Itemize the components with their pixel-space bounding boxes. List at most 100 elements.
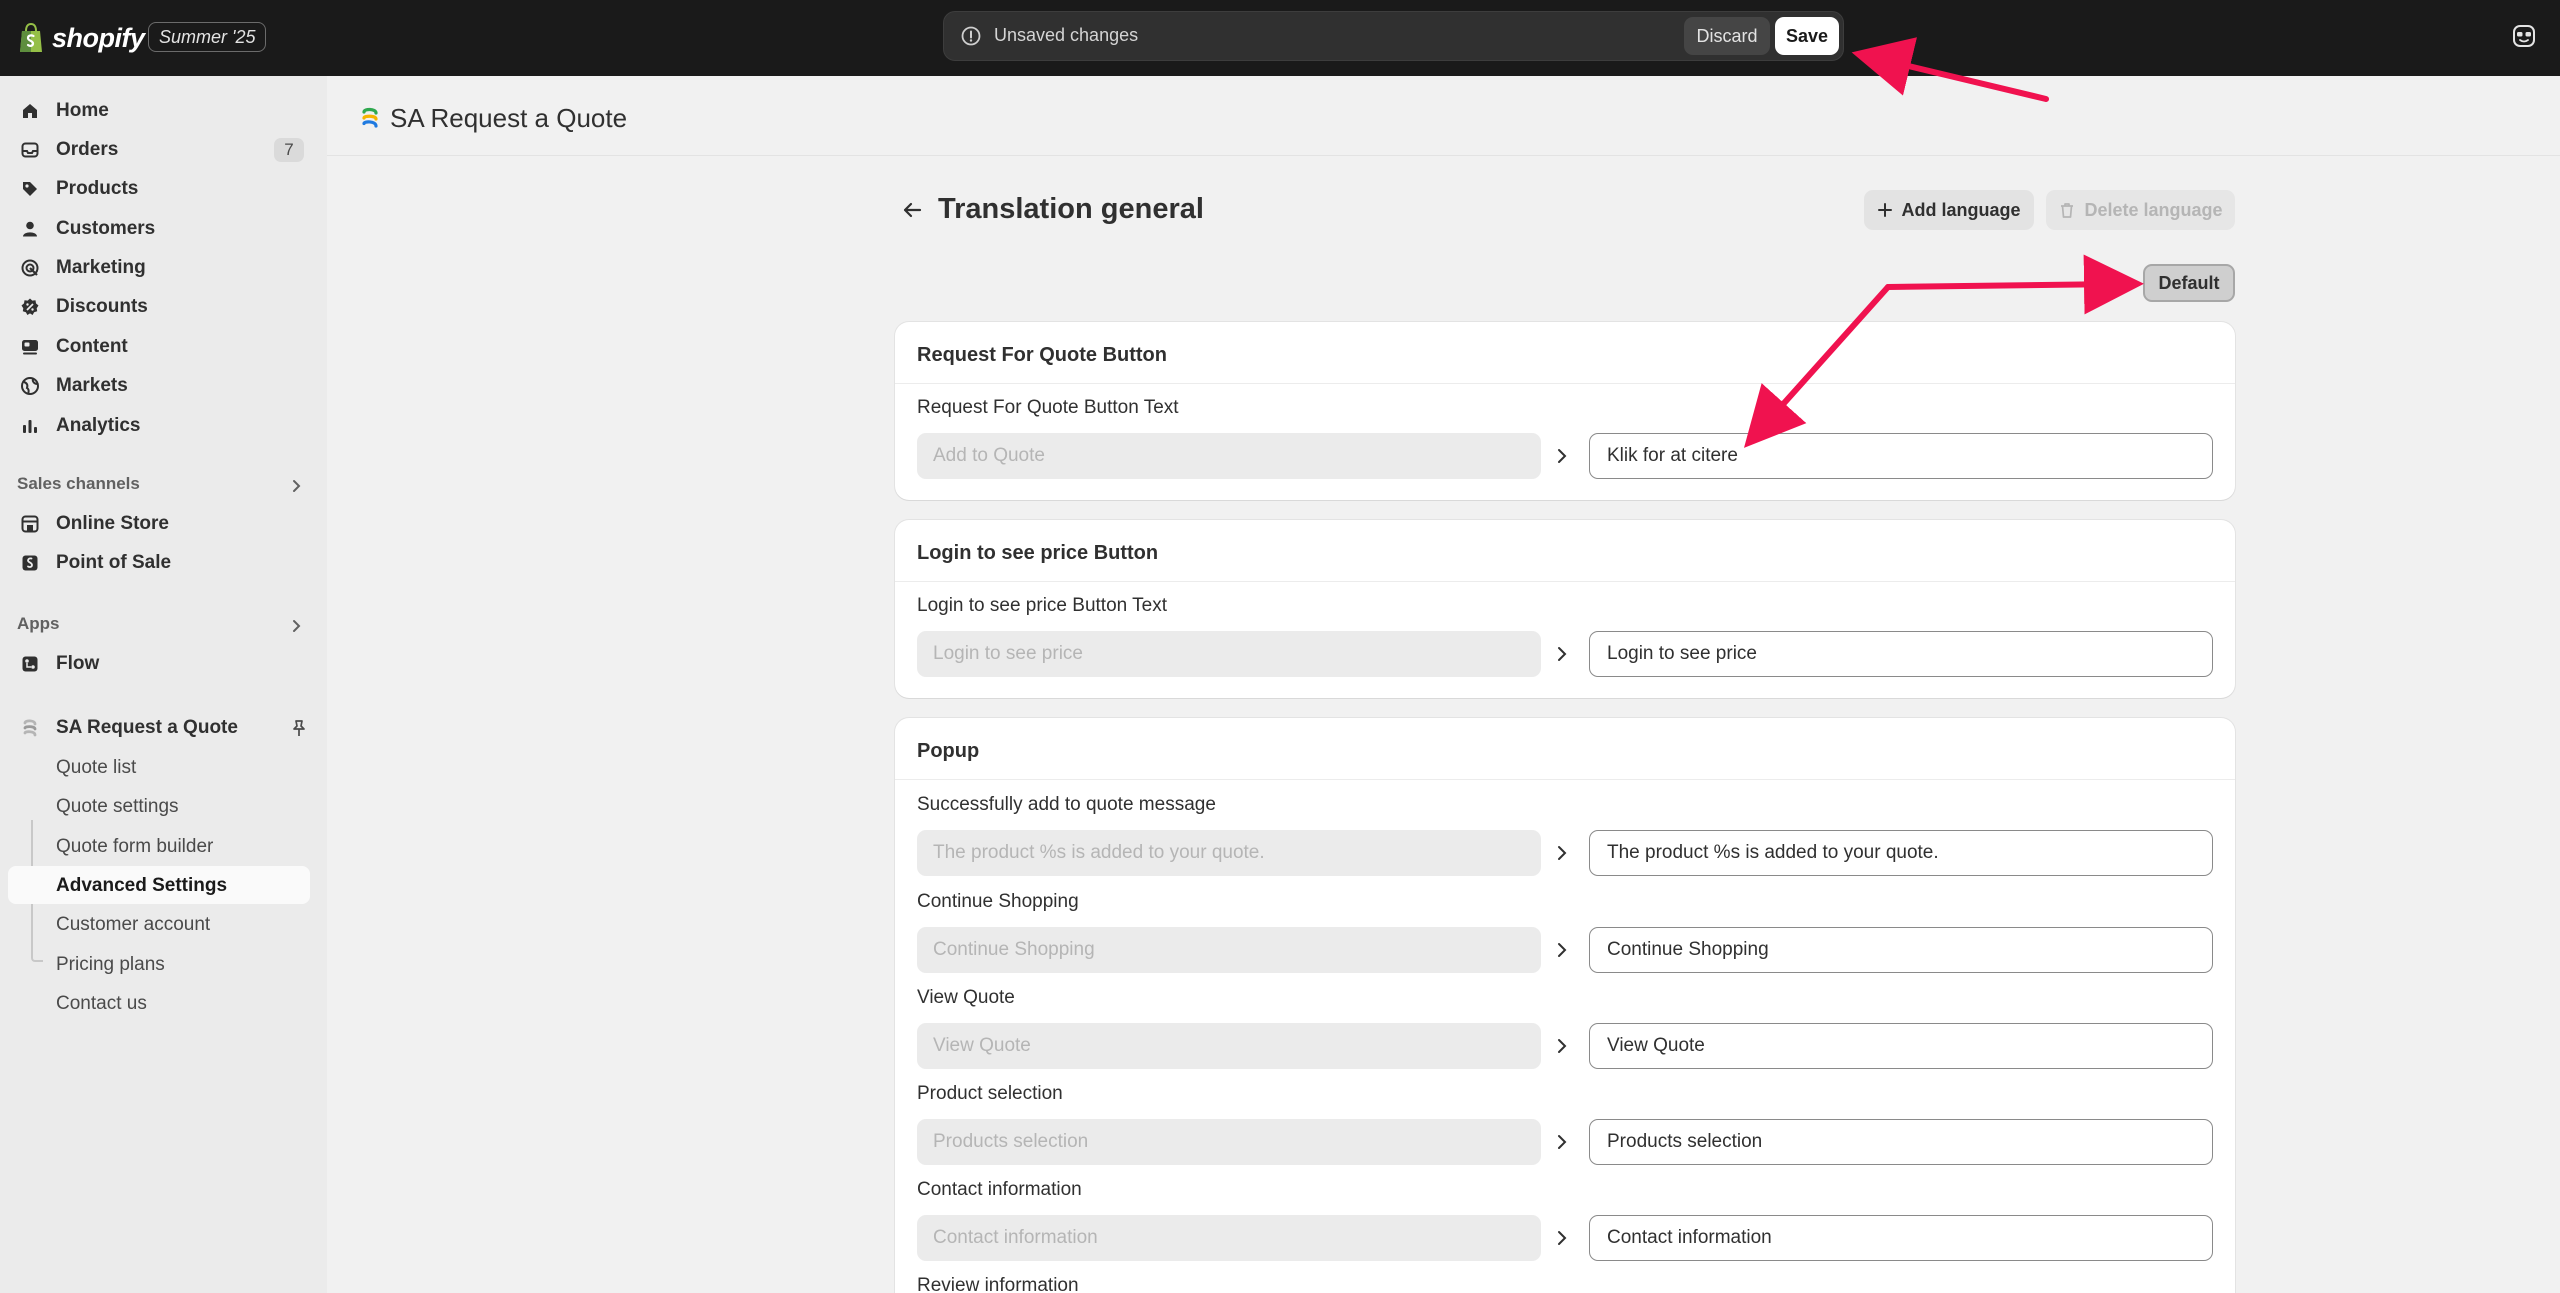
content-icon: [22, 340, 38, 355]
inbox-icon: [21, 142, 39, 158]
card-divider: [895, 581, 2235, 582]
default-language-button[interactable]: Default: [2143, 264, 2235, 302]
app-header: SA Request a Quote: [327, 76, 2560, 156]
bar-chart-icon: [23, 420, 37, 433]
pin-icon[interactable]: [289, 718, 309, 738]
app-logo-icon: [23, 719, 37, 737]
chevron-right-icon[interactable]: [288, 478, 304, 494]
default-text-input[interactable]: [917, 631, 1541, 677]
sidebar-subitem-advanced-settings[interactable]: Advanced Settings: [8, 866, 310, 904]
sidebar-item-flow[interactable]: Flow: [8, 645, 310, 683]
home-icon: [23, 104, 37, 118]
sidebar-item-customers[interactable]: Customers: [8, 210, 310, 248]
sidebar-item-label: Flow: [56, 653, 100, 674]
field-label: Login to see price Button Text: [917, 595, 1167, 616]
translation-input[interactable]: [1589, 1023, 2213, 1069]
sidebar-item-products[interactable]: Products: [8, 170, 310, 208]
card-divider: [895, 383, 2235, 384]
sidebar-subitem-label: Quote form builder: [56, 836, 214, 857]
brand-name: shopify: [52, 22, 145, 53]
translation-input[interactable]: [1589, 433, 2213, 479]
sidebar-item-label: Products: [56, 178, 139, 199]
sidebar-item-label: Discounts: [56, 296, 148, 317]
card-popup: Popup Successfully add to quote message …: [895, 718, 2235, 1293]
field-label: Continue Shopping: [917, 891, 1079, 912]
sidebar-item-label: Marketing: [56, 257, 146, 278]
default-text-input[interactable]: [917, 1119, 1541, 1165]
sidebar-item-analytics[interactable]: Analytics: [8, 407, 310, 445]
sidebar-item-point-of-sale[interactable]: Point of Sale: [8, 544, 310, 582]
shopify-logo[interactable]: shopify: [18, 20, 145, 56]
card-divider: [895, 779, 2235, 780]
apps-heading: Apps: [17, 614, 60, 633]
top-bar: shopify Summer '25 Unsaved changes Disca…: [0, 0, 2560, 76]
sidebar-subitem-quote-settings[interactable]: Quote settings: [8, 787, 310, 825]
back-arrow-icon[interactable]: [900, 198, 924, 222]
chevron-right-icon: [1558, 943, 1567, 957]
tag-icon: [23, 182, 37, 196]
save-button[interactable]: Save: [1775, 17, 1839, 55]
default-text-input[interactable]: [917, 1215, 1541, 1261]
sidebar-item-orders[interactable]: Orders 7: [8, 131, 310, 169]
card-request-for-quote-button: Request For Quote Button Request For Quo…: [895, 322, 2235, 500]
flow-icon: [22, 656, 38, 672]
plus-icon: [1878, 203, 1893, 217]
default-text-input[interactable]: [917, 830, 1541, 876]
chevron-right-icon[interactable]: [288, 618, 304, 634]
shopify-bag-icon: [20, 22, 42, 52]
chevron-right-icon: [1558, 1231, 1567, 1245]
sidebar-item-label: Markets: [56, 375, 128, 396]
field-label: Review information: [917, 1275, 1079, 1293]
field-label: Successfully add to quote message: [917, 794, 1216, 815]
sidebar-item-label: Content: [56, 336, 128, 357]
sidebar-item-online-store[interactable]: Online Store: [8, 505, 310, 543]
sidebar-subitem-contact-us[interactable]: Contact us: [8, 984, 310, 1022]
translation-input[interactable]: [1589, 1215, 2213, 1261]
sidebar-item-label: Customers: [56, 218, 156, 239]
default-text-input[interactable]: [917, 433, 1541, 479]
translation-input[interactable]: [1589, 830, 2213, 876]
default-text-input[interactable]: [917, 1023, 1541, 1069]
sidebar-subitem-pricing-plans[interactable]: Pricing plans: [8, 945, 310, 983]
sidebar-subitem-quote-list[interactable]: Quote list: [8, 748, 310, 786]
store-icon: [21, 515, 39, 533]
field-label: Request For Quote Button Text: [917, 397, 1179, 418]
translation-input[interactable]: [1589, 1119, 2213, 1165]
pos-icon: [22, 555, 38, 571]
sidebar-item-marketing[interactable]: Marketing: [8, 249, 310, 287]
sidebar-item-sa-request-a-quote[interactable]: SA Request a Quote: [8, 709, 310, 747]
delete-language-button[interactable]: Delete language: [2046, 190, 2235, 230]
sales-channels-heading: Sales channels: [17, 474, 140, 493]
sidebar: Home Orders 7 Products Customers Marketi…: [0, 76, 327, 1293]
discount-icon: [21, 298, 39, 315]
field-label: Contact information: [917, 1179, 1082, 1200]
sidebar-subitem-quote-form-builder[interactable]: Quote form builder: [8, 827, 310, 865]
sidebar-item-discounts[interactable]: Discounts: [8, 288, 310, 326]
default-text-input[interactable]: [917, 927, 1541, 973]
add-language-label: Add language: [1901, 199, 2021, 220]
card-title: Popup: [917, 740, 980, 762]
sidebar-item-label: Point of Sale: [56, 552, 172, 573]
translation-input[interactable]: [1589, 927, 2213, 973]
sidebar-item-content[interactable]: Content: [8, 328, 310, 366]
add-language-button[interactable]: Add language: [1864, 190, 2034, 230]
sidebar-subitem-label: Advanced Settings: [56, 875, 228, 896]
chevron-right-icon: [1558, 647, 1567, 661]
sidebar-item-label: Analytics: [56, 415, 141, 436]
page-title: Translation general: [938, 193, 1204, 225]
sidebar-subitem-customer-account[interactable]: Customer account: [8, 905, 310, 943]
chevron-right-icon: [1558, 1135, 1567, 1149]
sidebar-item-label: Orders: [56, 139, 119, 160]
user-avatar-icon[interactable]: [2512, 24, 2536, 48]
sidebar-subitem-label: Quote list: [56, 757, 137, 778]
translation-input[interactable]: [1589, 631, 2213, 677]
globe-icon: [21, 377, 39, 395]
field-label: View Quote: [917, 987, 1015, 1008]
sidebar-item-home[interactable]: Home: [8, 92, 310, 130]
edition-badge[interactable]: Summer '25: [148, 22, 267, 52]
sidebar-item-markets[interactable]: Markets: [8, 367, 310, 405]
target-icon: [21, 259, 39, 277]
discard-button[interactable]: Discard: [1684, 17, 1770, 55]
chevron-right-icon: [1558, 449, 1567, 463]
card-login-to-see-price-button: Login to see price Button Login to see p…: [895, 520, 2235, 698]
